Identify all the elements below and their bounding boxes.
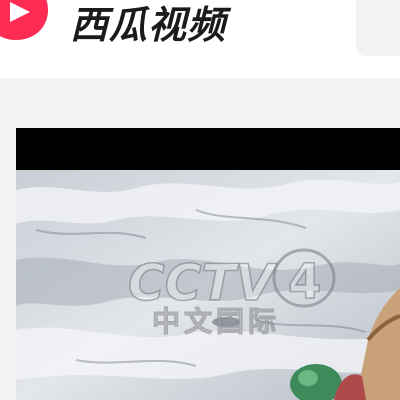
channel-name: 中文国际	[151, 305, 281, 339]
search-box[interactable]	[356, 0, 400, 56]
channel-number: 4	[288, 254, 321, 310]
video-frame[interactable]: CCTV 4 中文国际	[16, 170, 400, 400]
video-player[interactable]: CCTV 4 中文国际	[16, 128, 400, 400]
brand-name[interactable]: 西瓜视频	[70, 0, 226, 49]
xigua-play-icon[interactable]	[0, 0, 52, 44]
top-header: 西瓜视频	[0, 0, 400, 78]
